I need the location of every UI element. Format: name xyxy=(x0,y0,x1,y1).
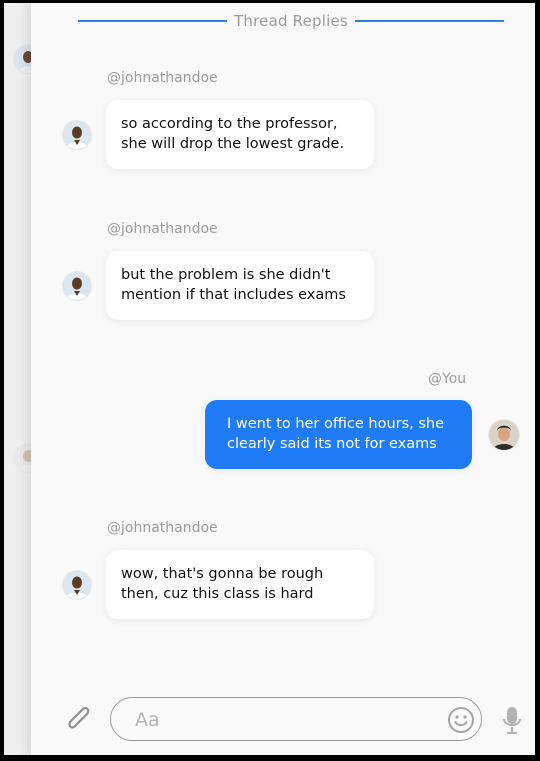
message-text: but the problem is she didn't xyxy=(121,267,331,283)
own-avatar[interactable] xyxy=(488,419,520,451)
paperclip-icon[interactable] xyxy=(62,702,94,736)
message-username: @johnathandoe xyxy=(107,221,218,237)
message-bubble: wow, that's gonna be rough then, cuz thi… xyxy=(106,550,374,619)
app-window: Thread Replies @johnathandoe so accordin… xyxy=(4,3,535,755)
own-message-bubble: I went to her office hours, she clearly … xyxy=(205,400,472,469)
message-username: @You xyxy=(428,371,467,387)
smiley-icon[interactable] xyxy=(447,706,475,734)
thread-header: Thread Replies xyxy=(78,11,504,31)
user-avatar[interactable] xyxy=(62,120,92,150)
user-avatar[interactable] xyxy=(62,271,92,301)
message-input[interactable] xyxy=(133,706,437,734)
message-composer xyxy=(110,697,482,741)
user-avatar[interactable] xyxy=(62,570,92,600)
message-text: she will drop the lowest grade. xyxy=(121,136,345,152)
message-text: wow, that's gonna be rough xyxy=(121,566,324,582)
message-username: @johnathandoe xyxy=(107,520,218,536)
microphone-icon[interactable] xyxy=(501,705,523,737)
header-divider-right xyxy=(354,20,504,22)
message-text: then, cuz this class is hard xyxy=(121,586,314,602)
message-username: @johnathandoe xyxy=(107,70,218,86)
message-bubble: so according to the professor, she will … xyxy=(106,100,374,169)
message-text: so according to the professor, xyxy=(121,116,338,132)
thread-panel: Thread Replies @johnathandoe so accordin… xyxy=(31,3,535,755)
message-text: clearly said its not for exams xyxy=(227,436,437,452)
header-divider-left xyxy=(78,20,228,22)
message-bubble: but the problem is she didn't mention if… xyxy=(106,251,374,320)
message-text: I went to her office hours, she xyxy=(227,416,445,432)
thread-title: Thread Replies xyxy=(234,12,348,30)
message-text: mention if that includes exams xyxy=(121,287,346,303)
